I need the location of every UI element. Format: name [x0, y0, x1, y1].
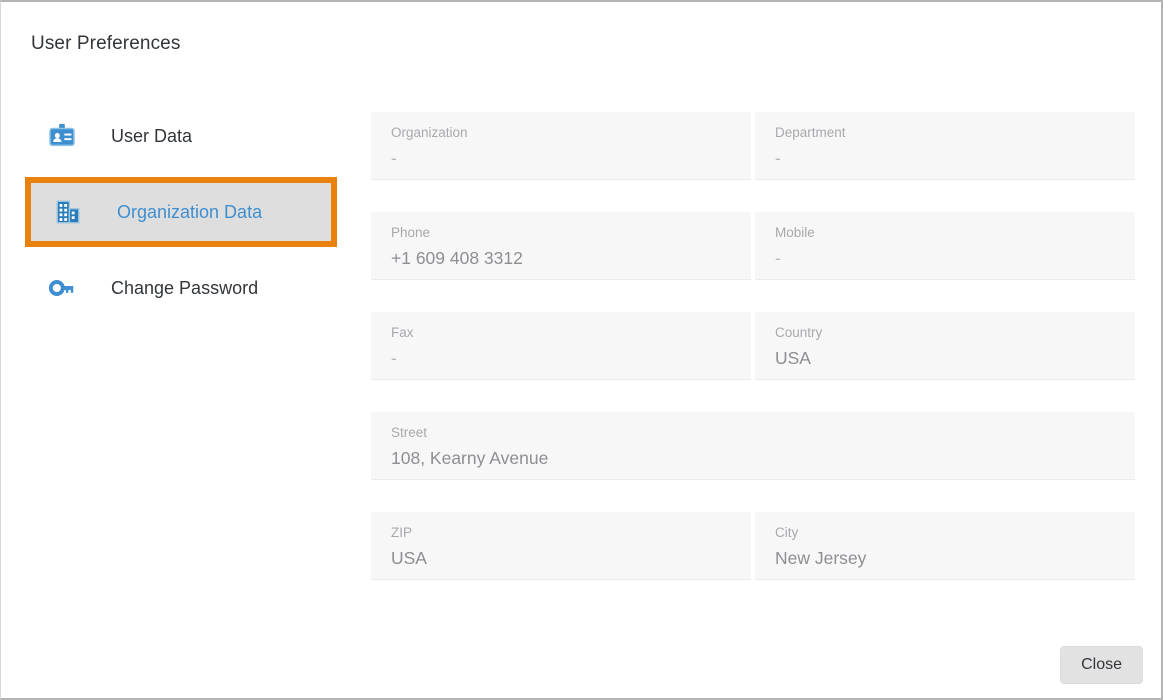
field-phone[interactable]: Phone +1 609 408 3312	[371, 212, 751, 280]
field-label: Street	[391, 424, 1115, 442]
form-row: ZIP USA City New Jersey	[371, 512, 1135, 580]
field-value: +1 609 408 3312	[391, 244, 731, 272]
form-row: Fax - Country USA	[371, 312, 1135, 380]
field-value: 108, Kearny Avenue	[391, 444, 1115, 472]
field-fax[interactable]: Fax -	[371, 312, 751, 380]
field-value: -	[775, 144, 1115, 172]
field-label: Mobile	[775, 224, 1115, 242]
field-value: -	[775, 244, 1115, 272]
sidebar-item-user-data[interactable]: User Data	[1, 107, 361, 165]
form-row: Phone +1 609 408 3312 Mobile -	[371, 212, 1135, 280]
field-mobile[interactable]: Mobile -	[755, 212, 1135, 280]
field-label: Fax	[391, 324, 731, 342]
building-icon	[51, 195, 85, 229]
sidebar-item-organization-data[interactable]: Organization Data	[25, 177, 337, 247]
sidebar-item-label: Organization Data	[117, 202, 262, 223]
sidebar-navigation: User Data Organizat	[1, 107, 361, 317]
user-preferences-dialog: User Preferences User Data	[0, 0, 1163, 700]
field-label: Country	[775, 324, 1115, 342]
field-value: USA	[391, 544, 731, 572]
field-label: ZIP	[391, 524, 731, 542]
form-row: Street 108, Kearny Avenue	[371, 412, 1135, 480]
field-department[interactable]: Department -	[755, 112, 1135, 180]
field-value: New Jersey	[775, 544, 1115, 572]
field-country[interactable]: Country USA	[755, 312, 1135, 380]
field-label: Organization	[391, 124, 731, 142]
field-label: Phone	[391, 224, 731, 242]
field-city[interactable]: City New Jersey	[755, 512, 1135, 580]
field-street[interactable]: Street 108, Kearny Avenue	[371, 412, 1135, 480]
sidebar-item-change-password[interactable]: Change Password	[1, 259, 361, 317]
dialog-footer: Close	[1060, 646, 1143, 684]
close-button[interactable]: Close	[1060, 646, 1143, 684]
field-label: Department	[775, 124, 1115, 142]
field-value: -	[391, 344, 731, 372]
field-value: -	[391, 144, 731, 172]
id-badge-icon	[45, 119, 79, 153]
sidebar-item-label: Change Password	[111, 278, 258, 299]
field-value: USA	[775, 344, 1115, 372]
field-organization[interactable]: Organization -	[371, 112, 751, 180]
page-title: User Preferences	[31, 33, 180, 55]
field-zip[interactable]: ZIP USA	[371, 512, 751, 580]
form-row: Organization - Department -	[371, 112, 1135, 180]
field-label: City	[775, 524, 1115, 542]
sidebar-item-label: User Data	[111, 126, 192, 147]
organization-data-form: Organization - Department - Phone +1 609…	[371, 112, 1135, 580]
key-icon	[45, 271, 79, 305]
